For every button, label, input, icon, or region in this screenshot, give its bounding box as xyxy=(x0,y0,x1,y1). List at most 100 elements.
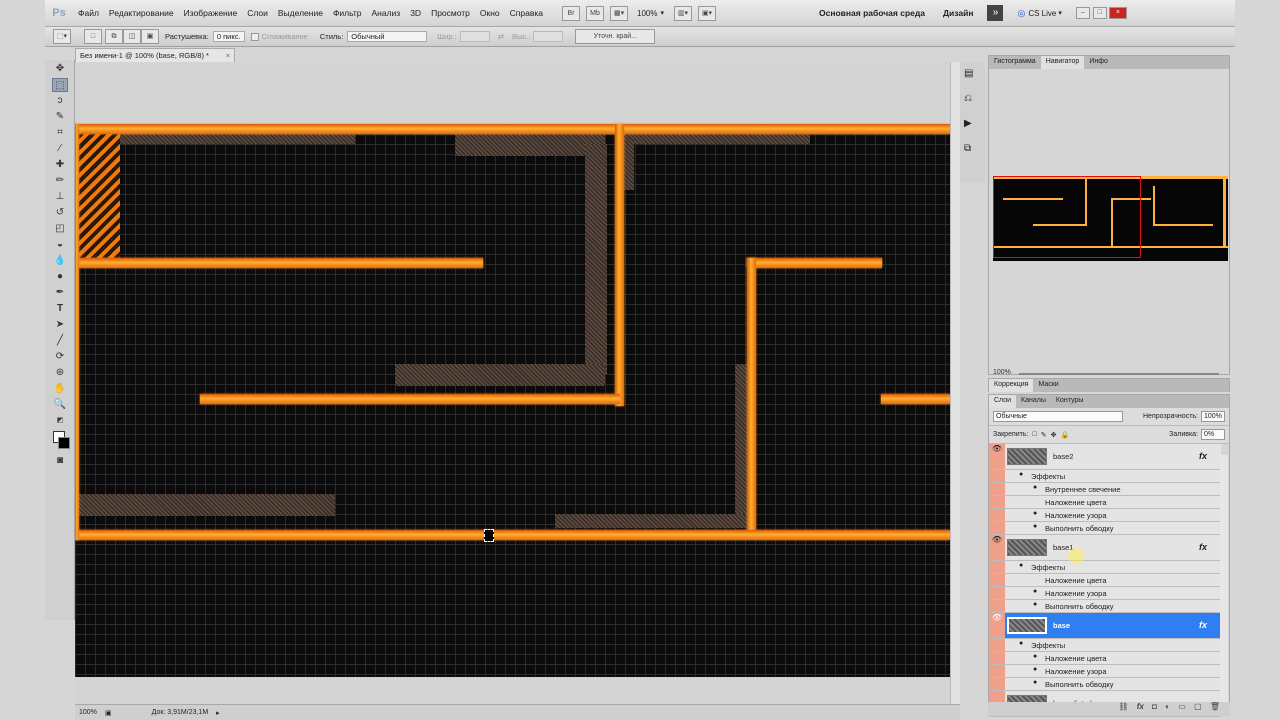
width-input[interactable] xyxy=(459,31,490,42)
height-input[interactable] xyxy=(533,31,564,42)
menu-image[interactable]: Изображение xyxy=(179,8,243,18)
eyedropper-tool-icon[interactable]: ⁄ xyxy=(52,142,68,156)
minimize-button[interactable]: – xyxy=(1075,7,1090,19)
menu-window[interactable]: Окно xyxy=(475,8,505,18)
add-mask-icon[interactable]: ◘ xyxy=(1152,702,1157,711)
close-tab-icon[interactable]: × xyxy=(226,49,230,62)
effect-eye-icon[interactable]: ● xyxy=(1019,640,1023,647)
effect-eye-icon[interactable]: ● xyxy=(1033,666,1037,673)
effect-eye-icon[interactable]: ● xyxy=(1033,588,1037,595)
canvas-area[interactable] xyxy=(75,62,960,704)
fx-icon[interactable]: fx xyxy=(1199,451,1207,461)
effect-color-overlay[interactable]: Наложение цвета xyxy=(989,574,1221,587)
dodge-tool-icon[interactable]: ● xyxy=(52,270,68,284)
style-select[interactable]: Обычный xyxy=(347,31,428,42)
subtract-selection-icon[interactable]: ◫ xyxy=(123,29,141,44)
blur-tool-icon[interactable]: 💧 xyxy=(52,254,68,268)
menu-view[interactable]: Просмотр xyxy=(426,8,475,18)
fx-icon[interactable]: fx xyxy=(1199,542,1207,552)
feather-input[interactable]: 0 пикс. xyxy=(212,31,245,42)
document-tab[interactable]: Без имени-1 @ 100% (base, RGB/8) * × xyxy=(75,48,235,62)
navigator-zoom-slider[interactable] xyxy=(1019,373,1219,375)
canvas-scrollbar[interactable] xyxy=(950,62,960,704)
tab-paths[interactable]: Контуры xyxy=(1051,395,1088,408)
healing-brush-icon[interactable]: ✚ xyxy=(52,158,68,172)
color-swatches-icon[interactable] xyxy=(52,430,70,452)
new-layer-icon[interactable]: ▢ xyxy=(1194,702,1202,711)
adjustment-layer-icon[interactable]: ◐ xyxy=(1165,702,1170,711)
opacity-input[interactable]: 100% xyxy=(1201,411,1225,422)
3d-orbit-icon[interactable]: ⊛ xyxy=(52,366,68,380)
fx-icon[interactable]: fx xyxy=(1199,620,1207,630)
mini-bridge-panel-icon[interactable]: ▤ xyxy=(964,68,981,79)
effect-eye-icon[interactable]: ● xyxy=(1033,484,1037,491)
lock-pixels-icon[interactable]: ✎ xyxy=(1041,431,1047,439)
brush-tool-icon[interactable]: ✏ xyxy=(52,174,68,188)
layer-base[interactable]: 👁 base fx xyxy=(989,613,1221,639)
screen-mode-button[interactable]: ▣▾ xyxy=(698,5,717,21)
visibility-eye-icon[interactable]: 👁 xyxy=(989,444,1005,469)
quick-mask-icon[interactable]: ◙ xyxy=(52,454,68,468)
navigator-zoom[interactable]: 100% xyxy=(993,369,1011,376)
visibility-eye-icon[interactable]: 👁 xyxy=(989,535,1005,560)
effect-stroke[interactable]: ● Выполнить обводку xyxy=(989,678,1221,691)
default-colors-icon[interactable]: ◩ xyxy=(52,414,68,428)
layer-base2[interactable]: 👁 base2 fx xyxy=(989,444,1221,470)
more-workspaces-icon[interactable]: » xyxy=(987,5,1004,21)
crop-tool-icon[interactable]: ⌗ xyxy=(52,126,68,140)
close-window-button[interactable]: × xyxy=(1108,7,1127,19)
new-group-icon[interactable]: ▭ xyxy=(1178,702,1186,711)
tab-info[interactable]: Инфо xyxy=(1084,56,1113,69)
quick-select-tool-icon[interactable]: ✎ xyxy=(52,110,68,124)
fill-input[interactable]: 0% xyxy=(1201,429,1225,440)
mini-bridge-button[interactable]: Mb xyxy=(586,5,605,21)
navigator-preview[interactable] xyxy=(993,176,1228,261)
tab-histogram[interactable]: Гистограмма xyxy=(989,56,1041,69)
clone-stamp-icon[interactable]: ⊥ xyxy=(52,190,68,204)
effect-pattern-overlay[interactable]: ● Наложение узора xyxy=(989,509,1221,522)
tab-navigator[interactable]: Навигатор xyxy=(1040,56,1085,69)
add-selection-icon[interactable]: ⧉ xyxy=(105,29,123,44)
status-zoom[interactable]: 100% xyxy=(75,709,105,716)
history-brush-icon[interactable]: ↺ xyxy=(52,206,68,220)
lock-transparent-icon[interactable]: □ xyxy=(1032,431,1036,438)
status-menu-icon[interactable]: ▸ xyxy=(216,709,220,717)
view-extras-button[interactable]: ▦▾ xyxy=(610,5,629,21)
workspace-essentials[interactable]: Основная рабочая среда xyxy=(819,8,925,18)
rect-marquee-preset-icon[interactable]: ⬚▾ xyxy=(53,29,71,44)
link-layers-icon[interactable]: ⛓ xyxy=(1118,702,1128,711)
effect-stroke[interactable]: ● Выполнить обводку xyxy=(989,600,1221,613)
rect-marquee-tool-icon[interactable]: ⬚ xyxy=(52,78,68,92)
effect-color-overlay[interactable]: ● Наложение цвета xyxy=(989,652,1221,665)
lasso-tool-icon[interactable]: ↄ xyxy=(52,94,68,108)
blend-mode-select[interactable]: Обычные xyxy=(993,411,1123,422)
add-style-icon[interactable]: fx xyxy=(1137,702,1144,711)
refine-edge-button[interactable]: Уточн. край... xyxy=(575,29,656,44)
effect-eye-icon[interactable]: ● xyxy=(1019,562,1023,569)
line-tool-icon[interactable]: ╱ xyxy=(52,334,68,348)
layers-scrollbar[interactable] xyxy=(1220,455,1228,705)
effect-eye-icon[interactable]: ● xyxy=(1033,523,1037,530)
cs-live-button[interactable]: CS Live xyxy=(1028,9,1056,18)
effect-eye-icon[interactable]: ● xyxy=(1033,679,1037,686)
path-select-icon[interactable]: ➤ xyxy=(52,318,68,332)
effects-group[interactable]: ● Эффекты xyxy=(989,561,1221,574)
workspace-design[interactable]: Дизайн xyxy=(943,8,973,18)
history-panel-icon[interactable]: ⎌ xyxy=(964,93,981,104)
menu-layers[interactable]: Слои xyxy=(242,8,273,18)
bridge-button[interactable]: Br xyxy=(562,5,581,21)
visibility-eye-icon[interactable]: 👁 xyxy=(989,613,1005,638)
menu-analysis[interactable]: Анализ xyxy=(367,8,406,18)
document-canvas[interactable] xyxy=(75,124,950,677)
zoom-level-select[interactable]: 100% xyxy=(637,9,657,18)
lock-position-icon[interactable]: ✥ xyxy=(1051,431,1057,439)
actions-panel-icon[interactable]: ▶ xyxy=(964,118,981,129)
effect-eye-icon[interactable]: ● xyxy=(1019,471,1023,478)
tab-adjustments[interactable]: Коррекция xyxy=(989,379,1034,392)
effect-eye-icon[interactable]: ● xyxy=(1033,510,1037,517)
menu-file[interactable]: Файл xyxy=(73,8,104,18)
pen-tool-icon[interactable]: ✒ xyxy=(52,286,68,300)
effect-stroke[interactable]: ● Выполнить обводку xyxy=(989,522,1221,535)
type-tool-icon[interactable]: T xyxy=(52,302,68,316)
delete-layer-icon[interactable]: 🗑 xyxy=(1210,702,1220,711)
